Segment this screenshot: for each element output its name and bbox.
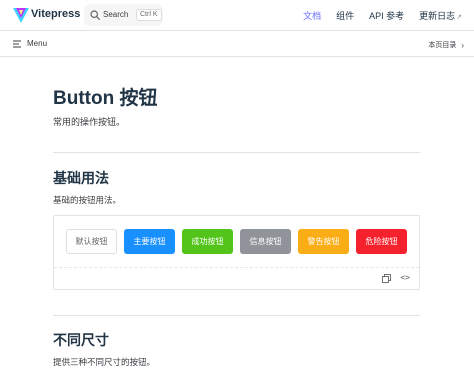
demo-toolbar: <> [54,267,419,289]
code-icon[interactable]: <> [400,273,410,282]
section-description-basic: 基础的按钮用法。 [53,195,122,205]
section-heading-basic[interactable]: 基础用法 [53,168,109,188]
search-button[interactable]: Search Ctrl K [84,4,163,26]
demo-block: 默认按钮 主要按钮 成功按钮 信息按钮 警告按钮 危险按钮 <> [53,215,420,290]
page-title: Button 按钮 [53,88,158,109]
search-shortcut-badge: Ctrl K [136,9,162,21]
top-navbar: Vitepress Search Ctrl K 文档 组件 API 参考 更新日… [0,0,474,31]
local-nav: Menu 本页目录 › [0,31,474,57]
section-heading-sizes[interactable]: 不同尺寸 [53,330,109,350]
primary-button[interactable]: 主要按钮 [124,229,175,254]
search-label: Search [103,10,129,19]
chevron-right-icon: › [461,40,464,50]
nav-link-docs[interactable]: 文档 [303,9,321,22]
nav-link-changelog[interactable]: 更新日志↗ [419,9,462,22]
section-description-sizes: 提供三种不同尺寸的按钮。 [53,357,156,367]
page-intro: 常用的操作按钮。 [53,117,126,127]
button-row: 默认按钮 主要按钮 成功按钮 信息按钮 警告按钮 危险按钮 [66,229,407,254]
nav-link-components[interactable]: 组件 [336,9,354,22]
section-divider [53,152,420,153]
default-button[interactable]: 默认按钮 [66,229,117,254]
danger-button[interactable]: 危险按钮 [356,229,407,254]
success-button[interactable]: 成功按钮 [182,229,233,254]
section-divider [53,315,420,316]
nav-links: 文档 组件 API 参考 更新日志↗ [303,9,462,22]
nav-link-changelog-label: 更新日志 [419,11,456,21]
menu-icon [13,40,21,47]
search-icon [90,10,100,20]
nav-link-api[interactable]: API 参考 [369,9,404,22]
warning-button[interactable]: 警告按钮 [298,229,349,254]
vitepress-logo-icon[interactable] [13,8,29,23]
site-title[interactable]: Vitepress [31,8,80,20]
menu-label: Menu [27,39,48,48]
info-button[interactable]: 信息按钮 [240,229,291,254]
copy-icon[interactable] [382,274,391,283]
outline-label: 本页目录 [428,42,457,49]
menu-button[interactable]: Menu [13,39,47,48]
outline-button[interactable]: 本页目录 › [428,40,464,50]
external-link-icon: ↗ [456,14,462,21]
